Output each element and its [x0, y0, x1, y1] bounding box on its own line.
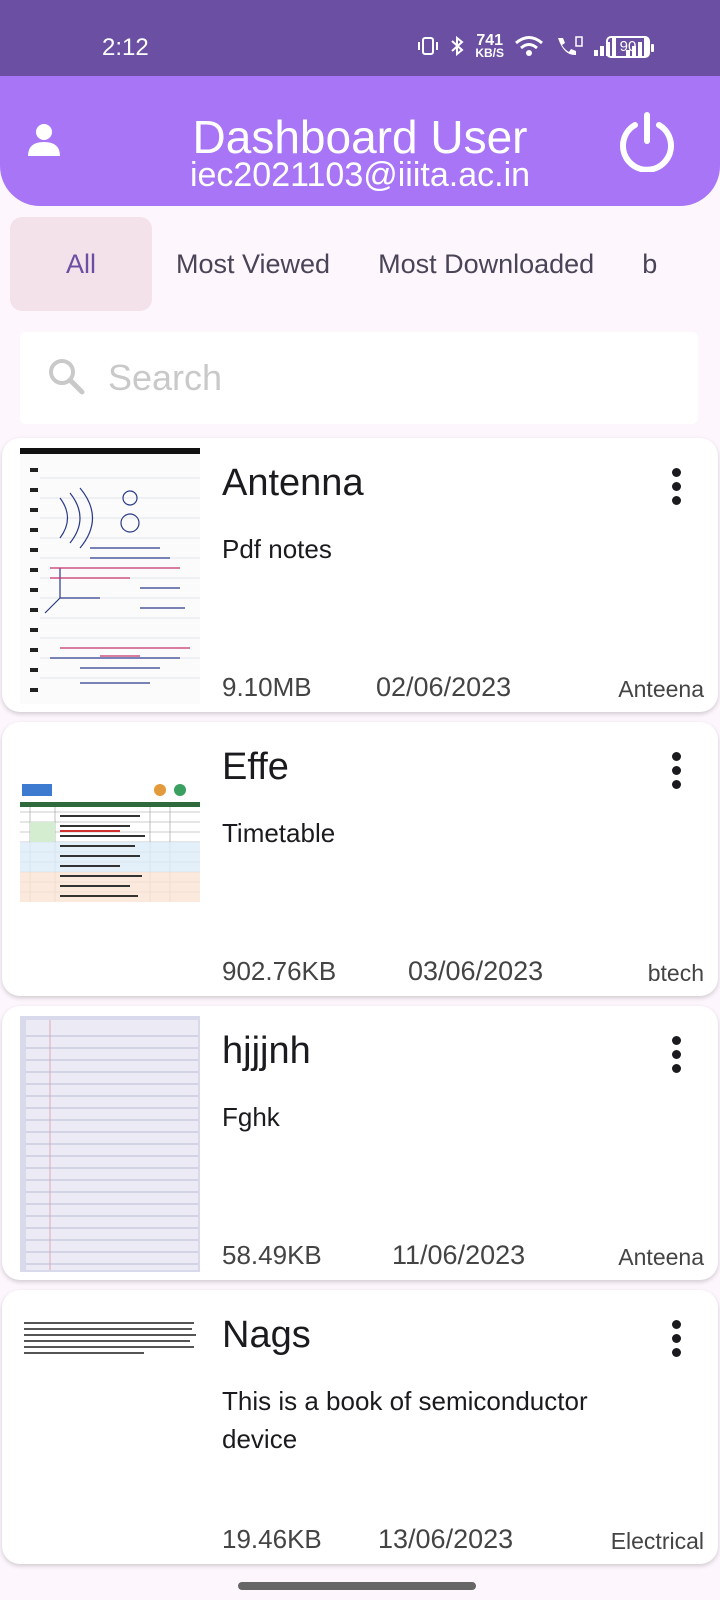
battery-icon: 90: [606, 36, 654, 58]
user-email: iec2021103@iiita.ac.in: [189, 156, 531, 194]
file-card[interactable]: Effe Timetable 902.76KB 03/06/2023 btech: [2, 722, 718, 996]
vibrate-icon: [418, 37, 439, 55]
tab-truncated[interactable]: b: [618, 217, 681, 311]
file-name: Antenna: [222, 462, 364, 504]
wifi-icon: [515, 36, 543, 56]
file-category: Anteena: [618, 676, 704, 702]
tab-most-downloaded[interactable]: Most Downloaded: [354, 217, 618, 311]
file-size: 58.49KB: [222, 1240, 322, 1270]
bluetooth-icon: [451, 35, 464, 57]
net-speed-unit: KB/S: [475, 46, 504, 60]
file-name: hjjjnh: [222, 1030, 311, 1072]
more-options-icon[interactable]: [672, 1320, 682, 1360]
more-options-icon[interactable]: [672, 752, 682, 792]
tab-most-viewed[interactable]: Most Viewed: [152, 217, 354, 311]
status-bar: 2:12 741 KB/S 90: [0, 0, 720, 76]
file-date: 02/06/2023: [376, 672, 512, 702]
file-date: 03/06/2023: [408, 956, 544, 986]
search-icon: [49, 359, 85, 395]
file-date: 11/06/2023: [392, 1240, 526, 1270]
file-description: This is a book of semiconductor device: [222, 1386, 588, 1454]
file-category: btech: [647, 960, 704, 986]
file-thumbnail: [20, 1016, 200, 1272]
file-category: Electrical: [610, 1528, 704, 1554]
wifi-calling-icon: [558, 36, 583, 56]
file-card[interactable]: Antenna Pdf notes 9.10MB 02/06/2023 Ante…: [2, 438, 718, 712]
more-options-icon[interactable]: [672, 1036, 682, 1076]
file-size: 19.46KB: [222, 1524, 322, 1554]
file-size: 9.10MB: [222, 672, 312, 702]
file-size: 902.76KB: [222, 956, 337, 986]
file-thumbnail: [20, 1318, 200, 1358]
file-name: Effe: [222, 746, 289, 788]
file-thumbnail: [20, 448, 200, 704]
search-bar: [20, 332, 698, 424]
file-name: Nags: [222, 1314, 311, 1356]
more-options-icon[interactable]: [672, 468, 682, 508]
file-description: Pdf notes: [222, 534, 332, 564]
status-time: 2:12: [102, 34, 149, 61]
app-header: Dashboard User iec2021103@iiita.ac.in: [0, 76, 720, 206]
filter-tabs: All Most Viewed Most Downloaded b: [0, 214, 720, 314]
gesture-nav-bar[interactable]: [238, 1582, 476, 1590]
file-category: Anteena: [618, 1244, 704, 1270]
file-date: 13/06/2023: [378, 1524, 514, 1554]
tab-all[interactable]: All: [10, 217, 152, 311]
file-card[interactable]: Nags This is a book of semiconductor dev…: [2, 1290, 718, 1564]
net-speed: 741 KB/S: [475, 33, 504, 60]
file-description: Fghk: [222, 1102, 280, 1132]
file-description: Timetable: [222, 818, 336, 848]
file-thumbnail: [20, 782, 200, 906]
file-card[interactable]: hjjjnh Fghk 58.49KB 11/06/2023 Anteena: [2, 1006, 718, 1280]
power-icon[interactable]: [616, 110, 678, 172]
search-input[interactable]: [108, 350, 668, 406]
